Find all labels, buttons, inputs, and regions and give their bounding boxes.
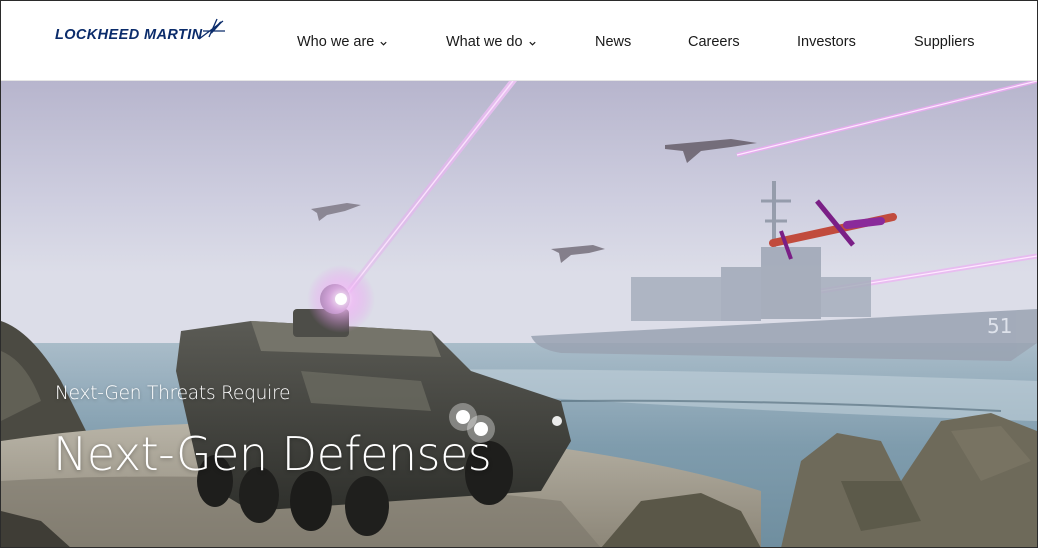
hero-subtitle: Next-Gen Threats Require	[55, 383, 291, 404]
lockheed-martin-logo[interactable]: LOCKHEED MARTIN	[55, 18, 227, 43]
hero-banner: 51 Next-Gen Threats Require Next-Gen Def…	[1, 81, 1037, 547]
nav-label: Investors	[797, 34, 856, 50]
nav-who-we-are[interactable]: Who we are	[297, 34, 388, 50]
nav-news[interactable]: News	[595, 34, 631, 50]
ship-hull-number: 51	[987, 314, 1012, 338]
brand-wordmark: LOCKHEED MARTIN	[55, 27, 203, 43]
nav-label: Who we are	[297, 34, 375, 50]
nav-suppliers[interactable]: Suppliers	[914, 34, 974, 50]
site-header: LOCKHEED MARTIN Who we are What we do Ne…	[1, 1, 1037, 81]
nav-investors[interactable]: Investors	[797, 34, 856, 50]
nav-what-we-do[interactable]: What we do	[446, 34, 537, 50]
nav-label: News	[595, 34, 632, 50]
nav-careers[interactable]: Careers	[688, 34, 740, 50]
nav-label: Careers	[688, 34, 740, 50]
star-logo-icon	[198, 18, 225, 40]
browser-viewport: LOCKHEED MARTIN Who we are What we do Ne…	[0, 0, 1038, 548]
nav-label: What we do	[446, 34, 523, 50]
chevron-down-icon	[380, 41, 387, 46]
hero-title: Next-Gen Defenses	[53, 427, 492, 481]
nav-label: Suppliers	[914, 34, 975, 50]
chevron-down-icon	[528, 41, 536, 46]
